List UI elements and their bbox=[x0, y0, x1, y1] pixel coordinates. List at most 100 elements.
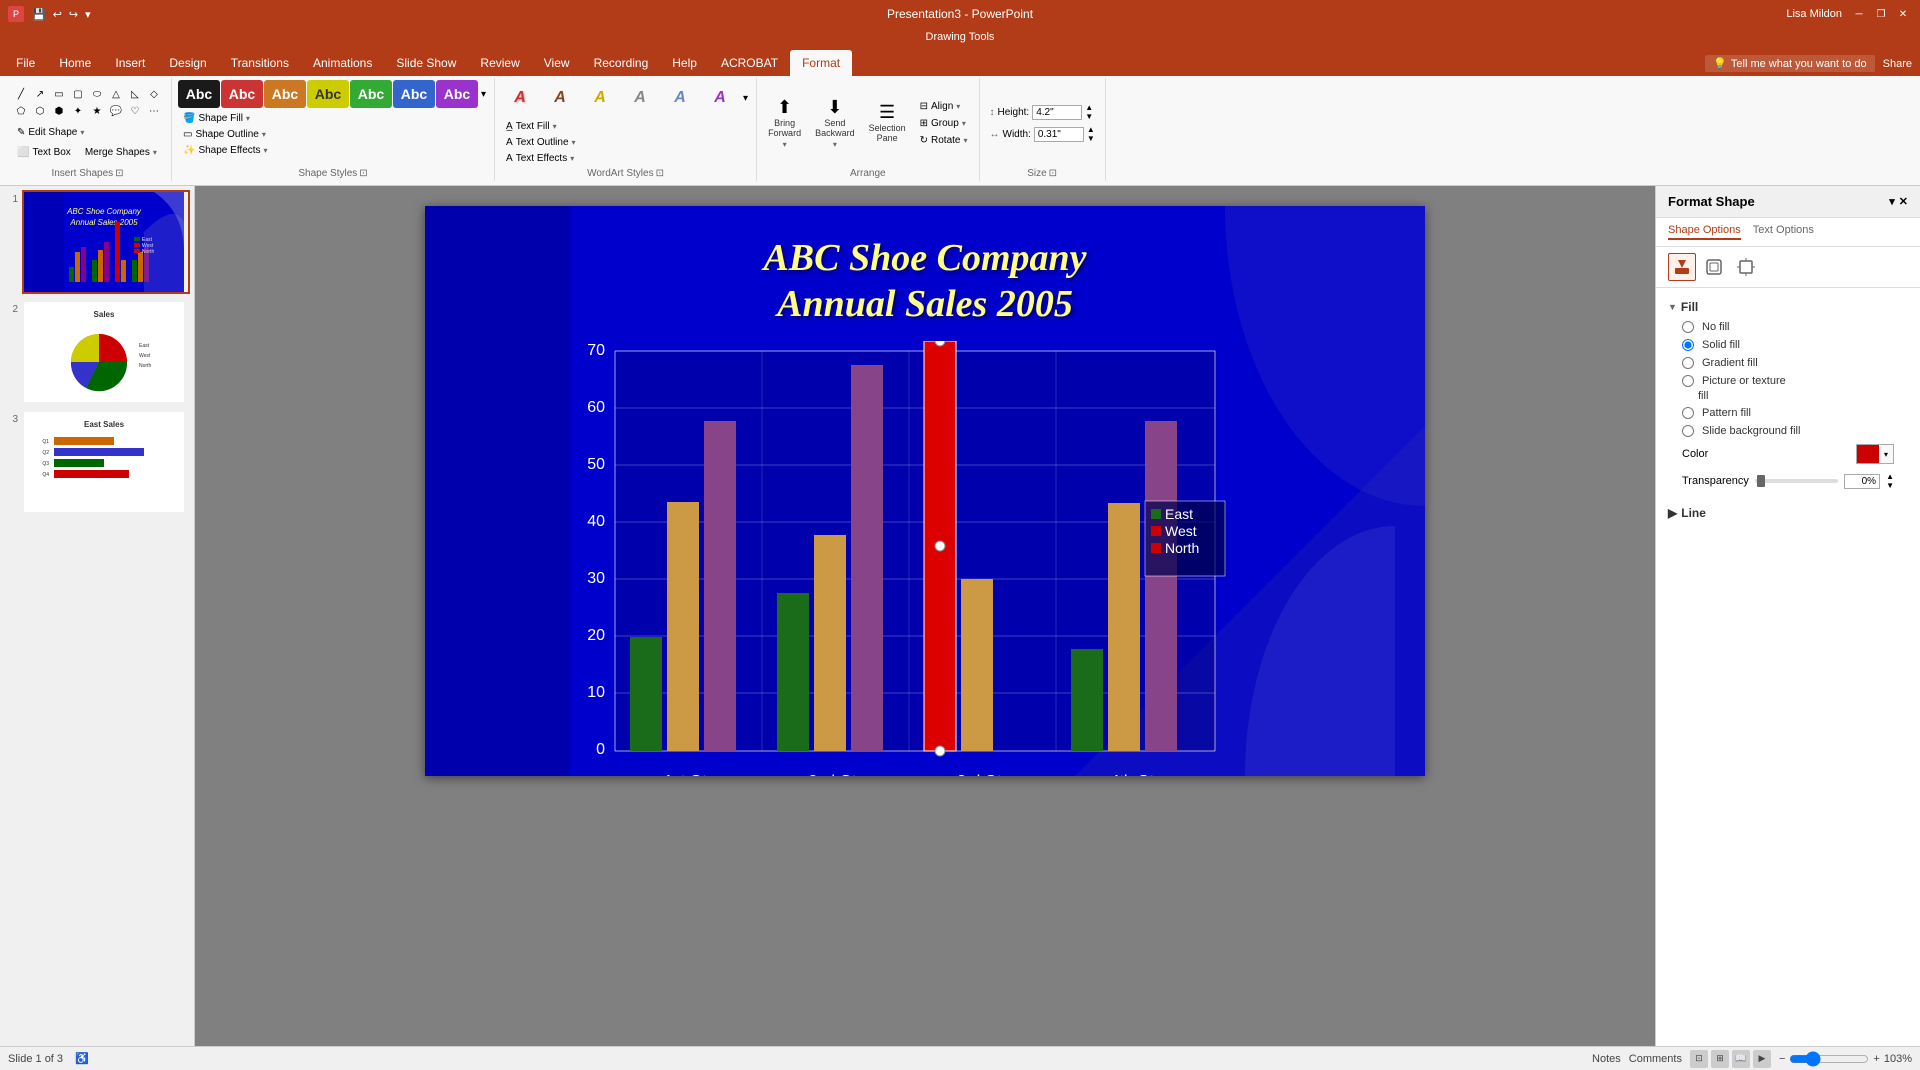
align-btn[interactable]: ⊟ Align ▾ bbox=[915, 99, 973, 114]
diamond-shape[interactable]: ◇ bbox=[145, 87, 163, 103]
slide-preview-3[interactable]: East Sales Q1 Q2 Q3 Q4 bbox=[22, 410, 190, 514]
tab-format[interactable]: Format bbox=[790, 50, 852, 76]
shape-style-2[interactable]: Abc bbox=[221, 80, 263, 108]
tab-design[interactable]: Design bbox=[157, 50, 218, 76]
format-tab-shape-options[interactable]: Shape Options bbox=[1668, 224, 1741, 240]
shape-style-1[interactable]: Abc bbox=[178, 80, 220, 108]
oval-shape[interactable]: ⬭ bbox=[88, 87, 106, 103]
octagon-shape[interactable]: ⬢ bbox=[50, 104, 68, 120]
zoom-in-btn[interactable]: + bbox=[1873, 1053, 1879, 1065]
height-input[interactable] bbox=[1032, 105, 1082, 120]
restore-button[interactable]: ❐ bbox=[1872, 5, 1890, 23]
transparency-input[interactable] bbox=[1844, 474, 1880, 489]
shape-fill-btn[interactable]: 🪣 Shape Fill ▾ bbox=[178, 111, 273, 126]
slide-thumbnail-3[interactable]: 3 East Sales Q1 Q2 Q3 Q4 bbox=[4, 410, 190, 514]
rect-shape[interactable]: ▭ bbox=[50, 87, 68, 103]
group-btn[interactable]: ⊞ Group ▾ bbox=[915, 116, 973, 131]
format-panel-close-btn[interactable]: ✕ bbox=[1899, 195, 1908, 208]
arrow-shape[interactable]: ↗ bbox=[31, 87, 49, 103]
solid-fill-radio[interactable] bbox=[1682, 339, 1694, 351]
hexagon-shape[interactable]: ⬡ bbox=[31, 104, 49, 120]
transparency-down[interactable]: ▼ bbox=[1886, 481, 1894, 490]
tab-animations[interactable]: Animations bbox=[301, 50, 384, 76]
tell-me-input[interactable]: 💡 Tell me what you want to do bbox=[1705, 55, 1874, 72]
accessibility-check[interactable]: ♿ bbox=[75, 1052, 89, 1065]
tab-home[interactable]: Home bbox=[47, 50, 103, 76]
format-effects-icon-btn[interactable] bbox=[1700, 253, 1728, 281]
color-dropdown-arrow[interactable]: ▾ bbox=[1879, 445, 1893, 463]
tab-transitions[interactable]: Transitions bbox=[219, 50, 301, 76]
undo-qat-btn[interactable]: ↩ bbox=[51, 6, 64, 23]
pentagon-shape[interactable]: ⬠ bbox=[12, 104, 30, 120]
heart-shape[interactable]: ♡ bbox=[126, 104, 144, 120]
tab-slideshow[interactable]: Slide Show bbox=[384, 50, 468, 76]
tab-review[interactable]: Review bbox=[468, 50, 531, 76]
color-picker-btn[interactable]: ▾ bbox=[1856, 444, 1894, 464]
shape-styles-expand[interactable]: ⊡ bbox=[359, 168, 367, 179]
minimize-button[interactable]: ─ bbox=[1850, 5, 1868, 23]
width-up-btn[interactable]: ▲ bbox=[1087, 125, 1095, 134]
slideshow-btn[interactable]: ▶ bbox=[1753, 1050, 1771, 1068]
wordart-style-6[interactable]: A bbox=[701, 80, 739, 116]
text-effects-btn[interactable]: A Text Effects ▾ bbox=[501, 151, 581, 166]
zoom-slider[interactable] bbox=[1789, 1051, 1869, 1067]
no-fill-radio[interactable] bbox=[1682, 321, 1694, 333]
star5-shape[interactable]: ★ bbox=[88, 104, 106, 120]
slide-bg-radio[interactable] bbox=[1682, 425, 1694, 437]
width-down-btn[interactable]: ▼ bbox=[1087, 134, 1095, 143]
tab-acrobat[interactable]: ACROBAT bbox=[709, 50, 790, 76]
comments-btn[interactable]: Comments bbox=[1629, 1053, 1682, 1065]
shape-style-3[interactable]: Abc bbox=[264, 80, 306, 108]
customize-qat-btn[interactable]: ▾ bbox=[83, 6, 93, 23]
triangle-shape[interactable]: △ bbox=[107, 87, 125, 103]
notes-btn[interactable]: Notes bbox=[1592, 1053, 1621, 1065]
wordart-styles-more[interactable]: ▾ bbox=[741, 91, 750, 106]
height-down-btn[interactable]: ▼ bbox=[1085, 112, 1093, 121]
pattern-fill-radio[interactable] bbox=[1682, 407, 1694, 419]
shape-style-6[interactable]: Abc bbox=[393, 80, 435, 108]
merge-shapes-btn[interactable]: Merge Shapes ▾ bbox=[80, 145, 162, 160]
wordart-style-2[interactable]: A bbox=[541, 80, 579, 116]
wordart-style-5[interactable]: A bbox=[661, 80, 699, 116]
normal-view-btn[interactable]: ⊡ bbox=[1690, 1050, 1708, 1068]
format-size-icon-btn[interactable] bbox=[1732, 253, 1760, 281]
line-shape[interactable]: ╱ bbox=[12, 87, 30, 103]
slide-sorter-btn[interactable]: ⊞ bbox=[1711, 1050, 1729, 1068]
zoom-out-btn[interactable]: − bbox=[1779, 1053, 1785, 1065]
wordart-style-1[interactable]: A bbox=[501, 80, 539, 116]
tab-file[interactable]: File bbox=[4, 50, 47, 76]
shape-outline-btn[interactable]: ▭ Shape Outline ▾ bbox=[178, 127, 273, 142]
wordart-style-3[interactable]: A bbox=[581, 80, 619, 116]
insert-shapes-expand[interactable]: ⊡ bbox=[115, 168, 123, 179]
width-input[interactable] bbox=[1034, 127, 1084, 142]
slide-thumbnail-2[interactable]: 2 Sales East West North bbox=[4, 300, 190, 404]
selection-pane-btn[interactable]: ☰ SelectionPane bbox=[864, 100, 911, 146]
slide-preview-1[interactable]: ABC Shoe Company Annual Sales 2005 bbox=[22, 190, 190, 294]
redo-qat-btn[interactable]: ↪ bbox=[67, 6, 80, 23]
text-outline-btn[interactable]: A Text Outline ▾ bbox=[501, 135, 581, 150]
save-qat-btn[interactable]: 💾 bbox=[30, 6, 48, 23]
callout-shape[interactable]: 💬 bbox=[107, 104, 125, 120]
tab-help[interactable]: Help bbox=[660, 50, 709, 76]
tab-insert[interactable]: Insert bbox=[103, 50, 157, 76]
format-tab-text-options[interactable]: Text Options bbox=[1753, 224, 1814, 240]
wordart-styles-expand[interactable]: ⊡ bbox=[656, 168, 664, 179]
transparency-slider[interactable] bbox=[1755, 479, 1838, 483]
edit-shape-btn[interactable]: ✎ Edit Shape ▾ bbox=[12, 125, 89, 140]
shape-effects-btn[interactable]: ✨ Shape Effects ▾ bbox=[178, 143, 273, 158]
rotate-btn[interactable]: ↻ Rotate ▾ bbox=[915, 133, 973, 148]
slide-preview-2[interactable]: Sales East West North bbox=[22, 300, 190, 404]
picture-texture-radio[interactable] bbox=[1682, 375, 1694, 387]
close-button[interactable]: ✕ bbox=[1894, 5, 1912, 23]
tab-view[interactable]: View bbox=[532, 50, 582, 76]
gradient-fill-radio[interactable] bbox=[1682, 357, 1694, 369]
fill-section-header[interactable]: ▼ Fill bbox=[1668, 296, 1908, 318]
zoom-level[interactable]: 103% bbox=[1884, 1053, 1912, 1065]
bring-forward-btn[interactable]: ⬆ BringForward ▾ bbox=[763, 95, 806, 152]
text-box-btn[interactable]: ⬜ Text Box bbox=[12, 145, 76, 160]
wordart-style-4[interactable]: A bbox=[621, 80, 659, 116]
rt-triangle-shape[interactable]: ◺ bbox=[126, 87, 144, 103]
shape-style-7[interactable]: Abc bbox=[436, 80, 478, 108]
format-fill-icon-btn[interactable] bbox=[1668, 253, 1696, 281]
rounded-rect-shape[interactable]: ▢ bbox=[69, 87, 87, 103]
